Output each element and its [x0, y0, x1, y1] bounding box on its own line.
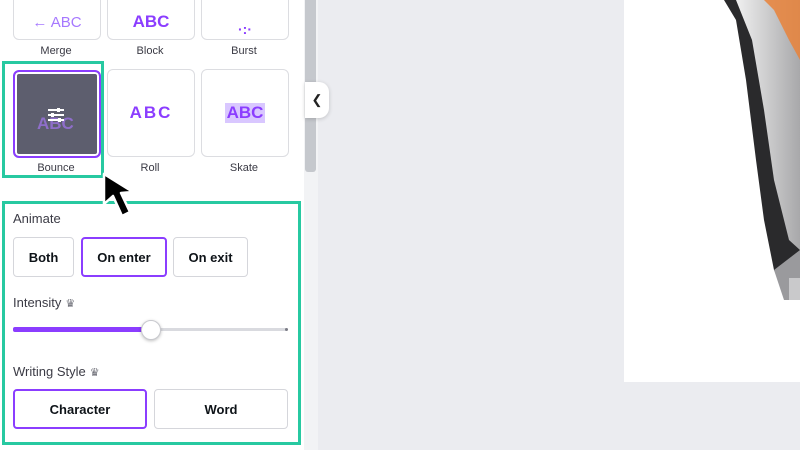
intensity-label-row: Intensity ♛: [13, 295, 75, 310]
intensity-label: Intensity: [13, 295, 62, 310]
collapse-panel-button[interactable]: ❮: [305, 82, 329, 118]
writing-style-character-button[interactable]: Character: [13, 389, 147, 429]
intensity-slider-fill: [13, 327, 150, 332]
animate-on-exit-button[interactable]: On exit: [173, 237, 248, 277]
intensity-slider-thumb[interactable]: [141, 320, 161, 340]
chevron-left-icon: ❮: [311, 92, 323, 107]
writing-style-label: Writing Style: [13, 364, 86, 379]
animate-both-button[interactable]: Both: [13, 237, 74, 277]
effect-label-block: Block: [136, 45, 164, 57]
cursor-arrow-icon: [102, 172, 135, 218]
effect-label-burst: Burst: [231, 45, 257, 57]
effect-preview-burst: ·:·: [238, 21, 252, 37]
effect-tile-merge[interactable]: ← ABC: [13, 0, 101, 40]
effect-preview-block: ABC: [132, 12, 170, 31]
effect-tile-roll[interactable]: ABC: [107, 69, 195, 157]
effect-preview-skate: ABC: [224, 103, 266, 123]
crown-icon: ♛: [89, 367, 100, 379]
highlight-box-effect: [2, 61, 104, 178]
writing-style-label-row: Writing Style ♛: [13, 364, 100, 379]
writing-style-word-button[interactable]: Word: [154, 389, 288, 429]
effect-preview-merge: ← ABC: [32, 13, 82, 31]
design-page[interactable]: [624, 0, 800, 382]
effect-tile-skate[interactable]: ABC: [201, 69, 289, 157]
slider-end-dot: [285, 328, 288, 331]
animate-on-enter-button[interactable]: On enter: [81, 237, 167, 277]
animate-label: Animate: [13, 211, 61, 226]
effect-tile-burst[interactable]: ·:·: [201, 0, 289, 40]
laptop-image: [724, 0, 800, 300]
effect-label-skate: Skate: [229, 162, 259, 174]
effect-preview-roll: ABC: [129, 103, 173, 122]
crown-icon: ♛: [65, 298, 76, 310]
effect-label-merge: Merge: [40, 45, 72, 57]
effect-tile-block[interactable]: ABC: [107, 0, 195, 40]
